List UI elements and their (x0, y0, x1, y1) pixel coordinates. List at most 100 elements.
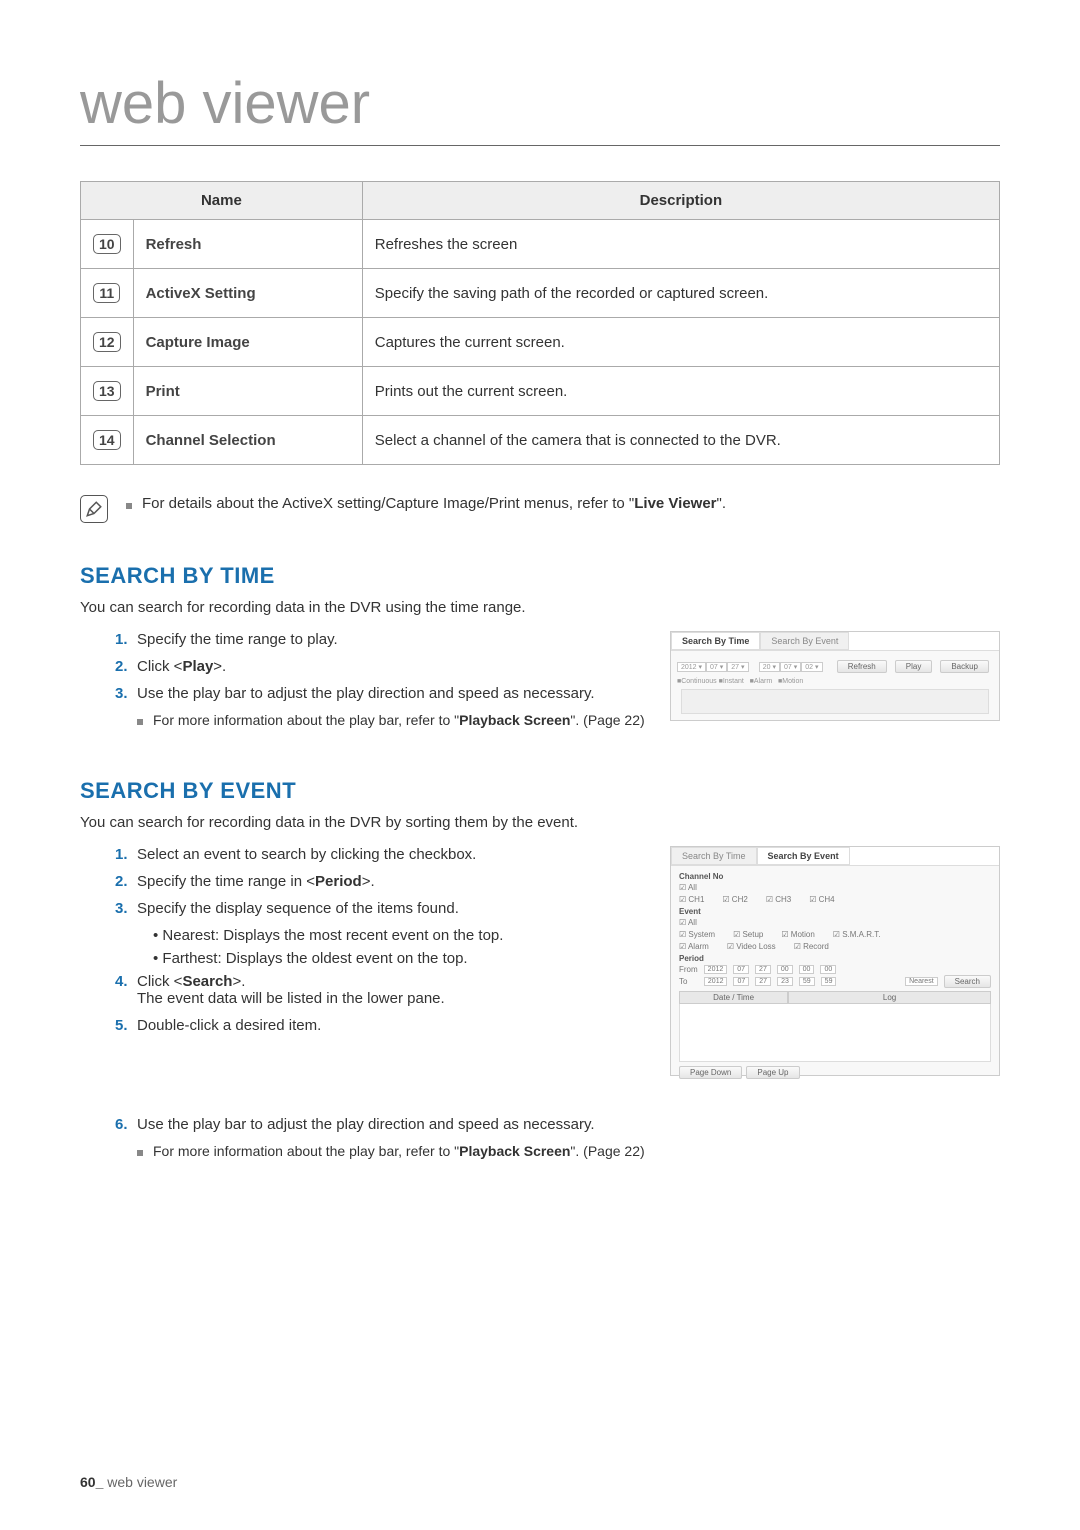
checkbox-ch3[interactable]: ☑ CH3 (766, 895, 791, 904)
section-intro: You can search for recording data in the… (80, 599, 1000, 616)
time-field[interactable]: 59 (799, 977, 815, 986)
result-header-date: Date / Time (679, 991, 788, 1004)
date-field[interactable]: 27 (755, 965, 771, 974)
step-number: 6. (115, 1116, 137, 1133)
play-button[interactable]: Play (895, 660, 933, 673)
row-num-badge: 10 (93, 234, 121, 254)
table-row: 10 Refresh Refreshes the screen (81, 220, 1000, 269)
step-text: Specify the time range to play. (137, 631, 655, 648)
row-name: Print (133, 367, 362, 416)
date-field[interactable]: 2012 (704, 965, 728, 974)
page-down-button[interactable]: Page Down (679, 1066, 742, 1079)
checkbox-all-event[interactable]: ☑ All (679, 918, 697, 927)
description-table: Name Description 10 Refresh Refreshes th… (80, 181, 1000, 465)
time-field[interactable]: 00 (799, 965, 815, 974)
step-text: Double-click a desired item. (137, 1017, 655, 1034)
checkbox-smart[interactable]: ☑ S.M.A.R.T. (833, 930, 881, 939)
tab-search-by-time[interactable]: Search By Time (671, 632, 760, 650)
step-text: Use the play bar to adjust the play dire… (137, 1116, 1000, 1133)
screenshot-search-by-time: Search By Time Search By Event 2012 ▾07 … (670, 631, 1000, 721)
table-row: 14 Channel Selection Select a channel of… (81, 416, 1000, 465)
table-row: 13 Print Prints out the current screen. (81, 367, 1000, 416)
page-footer: 60_ web viewer (80, 1474, 177, 1490)
tab-search-by-time[interactable]: Search By Time (671, 847, 757, 865)
row-num-badge: 12 (93, 332, 121, 352)
bullet-icon (126, 503, 132, 509)
checkbox-system[interactable]: ☑ System (679, 930, 715, 939)
date-field[interactable]: 07 (733, 977, 749, 986)
heading-search-by-event: SEARCH BY EVENT (80, 778, 1000, 804)
date-field[interactable]: 2012 (704, 977, 728, 986)
step-text: Specify the display sequence of the item… (137, 900, 655, 917)
table-row: 11 ActiveX Setting Specify the saving pa… (81, 269, 1000, 318)
checkbox-record[interactable]: ☑ Record (794, 942, 829, 951)
tab-search-by-event[interactable]: Search By Event (757, 847, 850, 865)
result-header-log: Log (788, 991, 991, 1004)
from-label: From (679, 965, 698, 974)
row-desc: Select a channel of the camera that is c… (362, 416, 999, 465)
step-text: Select an event to search by clicking th… (137, 846, 655, 863)
time-field[interactable]: 59 (821, 977, 837, 986)
bullet-icon (137, 719, 143, 725)
to-label: To (679, 977, 687, 986)
tab-search-by-event[interactable]: Search By Event (760, 632, 849, 650)
step-number: 2. (115, 658, 137, 675)
table-header-desc: Description (362, 182, 999, 220)
table-header-name: Name (81, 182, 363, 220)
backup-button[interactable]: Backup (940, 660, 989, 673)
table-row: 12 Capture Image Captures the current sc… (81, 318, 1000, 367)
checkbox-setup[interactable]: ☑ Setup (733, 930, 763, 939)
sub-bullet: • Nearest: Displays the most recent even… (153, 927, 655, 944)
section-intro: You can search for recording data in the… (80, 814, 1000, 831)
checkbox-videoloss[interactable]: ☑ Video Loss (727, 942, 776, 951)
step-number: 3. (115, 900, 137, 917)
checkbox-ch4[interactable]: ☑ CH4 (809, 895, 834, 904)
row-desc: Refreshes the screen (362, 220, 999, 269)
checkbox-motion[interactable]: ☑ Motion (781, 930, 814, 939)
row-name: Refresh (133, 220, 362, 269)
step-number: 5. (115, 1017, 137, 1034)
channel-label: Channel No (679, 872, 991, 881)
row-desc: Prints out the current screen. (362, 367, 999, 416)
time-field[interactable]: 00 (820, 965, 836, 974)
refresh-button[interactable]: Refresh (837, 660, 887, 673)
step-text: Specify the time range in <Period>. (137, 873, 655, 890)
row-name: Channel Selection (133, 416, 362, 465)
step-text: Click <Play>. (137, 658, 655, 675)
search-button[interactable]: Search (944, 975, 991, 988)
event-label: Event (679, 907, 991, 916)
row-num-badge: 13 (93, 381, 121, 401)
row-num-badge: 14 (93, 430, 121, 450)
results-list[interactable] (679, 1004, 991, 1062)
pencil-icon (80, 495, 108, 523)
row-name: ActiveX Setting (133, 269, 362, 318)
bullet-icon (137, 1150, 143, 1156)
checkbox-ch1[interactable]: ☑ CH1 (679, 895, 704, 904)
sub-bullet: • Farthest: Displays the oldest event on… (153, 950, 655, 967)
step-number: 1. (115, 846, 137, 863)
step-number: 2. (115, 873, 137, 890)
row-desc: Specify the saving path of the recorded … (362, 269, 999, 318)
heading-search-by-time: SEARCH BY TIME (80, 563, 1000, 589)
time-field[interactable]: 23 (777, 977, 793, 986)
date-field[interactable]: 27 (755, 977, 771, 986)
note-callout: For details about the ActiveX setting/Ca… (80, 495, 1000, 523)
sub-note-text: For more information about the play bar,… (153, 712, 645, 728)
page-up-button[interactable]: Page Up (746, 1066, 799, 1079)
step-text: Click <Search>.The event data will be li… (137, 973, 655, 1007)
step-number: 1. (115, 631, 137, 648)
row-desc: Captures the current screen. (362, 318, 999, 367)
sort-select[interactable]: Nearest (905, 977, 938, 986)
row-num-badge: 11 (93, 283, 120, 303)
timeline-bar[interactable] (681, 689, 989, 714)
step-number: 4. (115, 973, 137, 1007)
time-field[interactable]: 00 (777, 965, 793, 974)
title-underline (80, 145, 1000, 146)
checkbox-all[interactable]: ☑ All (679, 883, 697, 892)
period-label: Period (679, 954, 991, 963)
step-number: 3. (115, 685, 137, 702)
checkbox-ch2[interactable]: ☑ CH2 (722, 895, 747, 904)
date-field[interactable]: 07 (733, 965, 749, 974)
screenshot-search-by-event: Search By Time Search By Event Channel N… (670, 846, 1000, 1076)
checkbox-alarm[interactable]: ☑ Alarm (679, 942, 709, 951)
